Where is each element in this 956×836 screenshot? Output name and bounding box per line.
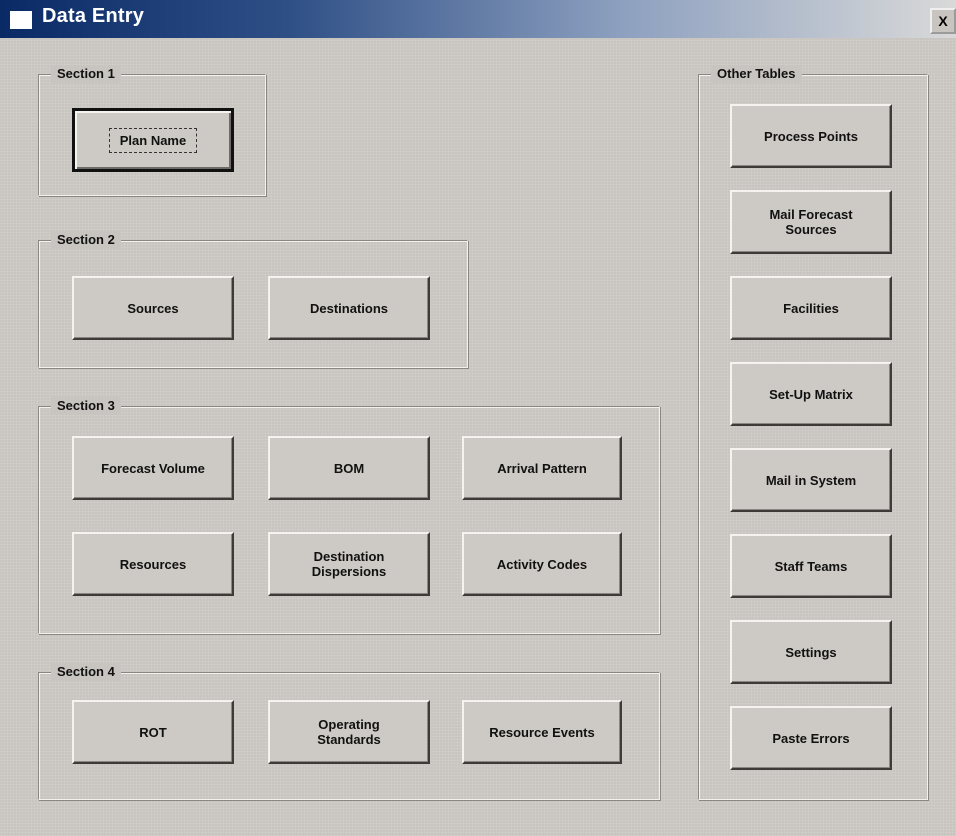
paste-errors-button[interactable]: Paste Errors	[730, 706, 892, 770]
resources-button[interactable]: Resources	[72, 532, 234, 596]
mail-in-system-label: Mail in System	[765, 472, 857, 488]
activity-codes-button[interactable]: Activity Codes	[462, 532, 622, 596]
window-title: Data Entry	[42, 5, 145, 27]
mail-in-system-button[interactable]: Mail in System	[730, 448, 892, 512]
window-icon	[10, 11, 32, 29]
process-points-button[interactable]: Process Points	[730, 104, 892, 168]
destination-dispersions-label-line2: Dispersions	[311, 564, 387, 579]
destinations-button[interactable]: Destinations	[268, 276, 430, 340]
resource-events-label: Resource Events	[489, 724, 595, 740]
destinations-label: Destinations	[309, 300, 388, 316]
destination-dispersions-button[interactable]: Destination Dispersions	[268, 532, 430, 596]
mail-forecast-sources-label-line2: Sources	[785, 222, 837, 237]
setup-matrix-label: Set-Up Matrix	[769, 386, 853, 402]
settings-button[interactable]: Settings	[730, 620, 892, 684]
settings-label: Settings	[785, 644, 837, 660]
operating-standards-label-line1: Operating	[318, 717, 380, 732]
sources-button[interactable]: Sources	[72, 276, 234, 340]
other-tables-group: Other Tables	[698, 65, 928, 800]
data-entry-window: Data Entry X Section 1 Plan Name Section…	[0, 0, 956, 836]
activity-codes-label: Activity Codes	[496, 556, 588, 572]
staff-teams-label: Staff Teams	[774, 558, 848, 574]
arrival-pattern-button[interactable]: Arrival Pattern	[462, 436, 622, 500]
arrival-pattern-label: Arrival Pattern	[497, 460, 587, 476]
section-2-label: Section 2	[51, 231, 121, 249]
rot-button[interactable]: ROT	[72, 700, 234, 764]
setup-matrix-button[interactable]: Set-Up Matrix	[730, 362, 892, 426]
plan-name-label: Plan Name	[108, 127, 198, 153]
other-tables-label: Other Tables	[711, 65, 802, 83]
facilities-button[interactable]: Facilities	[730, 276, 892, 340]
sources-label: Sources	[127, 300, 179, 316]
bom-label: BOM	[333, 460, 365, 476]
section-3-label: Section 3	[51, 397, 121, 415]
destination-dispersions-label-line1: Destination	[313, 549, 385, 564]
process-points-label: Process Points	[764, 128, 858, 144]
mail-forecast-sources-label-line1: Mail Forecast	[769, 207, 853, 222]
resources-label: Resources	[119, 556, 187, 572]
forecast-volume-label: Forecast Volume	[101, 460, 205, 476]
plan-name-button[interactable]: Plan Name	[72, 108, 234, 172]
facilities-label: Facilities	[783, 300, 839, 316]
paste-errors-label: Paste Errors	[772, 730, 850, 746]
rot-label: ROT	[139, 724, 167, 740]
staff-teams-button[interactable]: Staff Teams	[730, 534, 892, 598]
operating-standards-label-line2: Standards	[317, 732, 381, 747]
close-button[interactable]: X	[930, 8, 956, 34]
section-4-label: Section 4	[51, 663, 121, 681]
bom-button[interactable]: BOM	[268, 436, 430, 500]
resource-events-button[interactable]: Resource Events	[462, 700, 622, 764]
title-bar: Data Entry X	[0, 0, 956, 38]
mail-forecast-sources-button[interactable]: Mail Forecast Sources	[730, 190, 892, 254]
forecast-volume-button[interactable]: Forecast Volume	[72, 436, 234, 500]
operating-standards-button[interactable]: Operating Standards	[268, 700, 430, 764]
section-1-label: Section 1	[51, 65, 121, 83]
